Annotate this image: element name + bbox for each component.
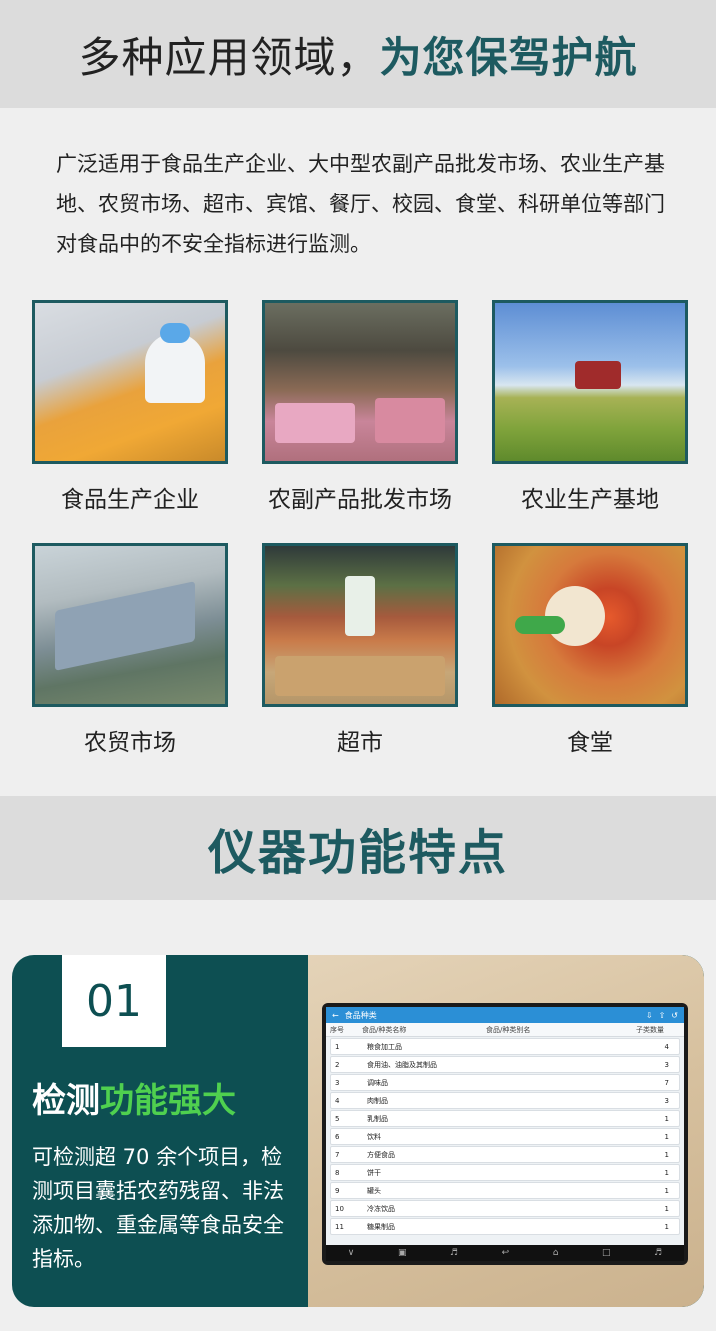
home-icon: ⌂: [552, 1248, 559, 1258]
app-card-canteen: 食堂: [492, 543, 688, 757]
wholesale-market-image: [262, 300, 458, 464]
back-nav-icon: ↩: [501, 1248, 510, 1258]
table-cell: 7: [664, 1078, 669, 1087]
volume-up-icon: ♬: [654, 1248, 663, 1258]
col-header: 序号: [330, 1025, 344, 1034]
download-icon: ⇩: [645, 1010, 653, 1020]
table-cell: 5: [335, 1114, 340, 1123]
table-row[interactable]: 1 粮食加工品 4: [330, 1038, 680, 1055]
table-cell: 食用油、油脂及其制品: [367, 1060, 437, 1069]
table-row[interactable]: 9 罐头 1: [330, 1182, 680, 1199]
table-cell: 方便食品: [367, 1150, 395, 1159]
intro-text: 广泛适用于食品生产企业、大中型农副产品批发市场、农业生产基地、农贸市场、超市、宾…: [56, 152, 665, 256]
table-cell: 7: [335, 1150, 340, 1159]
table-cell: 1: [664, 1186, 669, 1195]
device-image: ← 食品种类 ⇩ ⇧ ↺ 序号 食品/种类名称 食品/种类别名 子类数量 1 粮食…: [308, 955, 704, 1307]
refresh-icon: ↺: [671, 1010, 678, 1020]
screen-title: 食品种类: [344, 1010, 377, 1020]
share-icon: ⇧: [658, 1010, 666, 1020]
screen-table-body: 1 粮食加工品 4 2 食用油、油脂及其制品 3 3 调味品 7 4 肉制品 3 5 乳制品 1 6 饮料 1 7 方…: [326, 1038, 684, 1235]
table-cell: 3: [664, 1060, 669, 1069]
camera-icon: ▣: [397, 1248, 407, 1258]
screen-nav-bar: ∨ ▣ ♬ ↩ ⌂ □ ♬: [326, 1245, 684, 1261]
table-cell: 1: [664, 1114, 669, 1123]
app-label: 食品生产企业: [61, 487, 199, 513]
table-cell: 肉制品: [367, 1096, 388, 1105]
table-cell: 罐头: [367, 1186, 381, 1195]
feature-number: 01: [62, 955, 166, 1047]
section-title: 仪器功能特点: [0, 796, 716, 900]
table-cell: 9: [335, 1186, 340, 1195]
table-row[interactable]: 11 糖果制品 1: [330, 1218, 680, 1235]
table-cell: 糖果制品: [367, 1222, 395, 1231]
feature-title-white: 检测: [32, 1081, 100, 1121]
screen-title-bar: ← 食品种类 ⇩ ⇧ ↺: [326, 1007, 684, 1023]
recent-apps-icon: □: [602, 1248, 611, 1258]
app-label: 食堂: [567, 730, 613, 756]
table-cell: 3: [664, 1096, 669, 1105]
app-label: 农业生产基地: [521, 487, 659, 513]
feature-description: 可检测超 70 余个项目，检测项目囊括农药残留、非法添加物、重金属等食品安全指标…: [32, 1145, 284, 1271]
screen-table-header: 序号 食品/种类名称 食品/种类别名 子类数量: [326, 1023, 684, 1037]
table-cell: 调味品: [367, 1078, 388, 1087]
table-row[interactable]: 7 方便食品 1: [330, 1146, 680, 1163]
device-screen: ← 食品种类 ⇩ ⇧ ↺ 序号 食品/种类名称 食品/种类别名 子类数量 1 粮食…: [322, 1003, 688, 1265]
table-cell: 饮料: [367, 1132, 381, 1141]
app-card-supermarket: 超市: [262, 543, 458, 757]
feature-title-green: 功能强大: [100, 1081, 236, 1121]
table-cell: 10: [335, 1204, 344, 1213]
table-row[interactable]: 10 冷冻饮品 1: [330, 1200, 680, 1217]
header-title-part1: 多种应用领域，: [78, 32, 380, 82]
table-cell: 3: [335, 1078, 340, 1087]
canteen-image: [492, 543, 688, 707]
table-row[interactable]: 3 调味品 7: [330, 1074, 680, 1091]
table-cell: 2: [335, 1060, 340, 1069]
table-row[interactable]: 2 食用油、油脂及其制品 3: [330, 1056, 680, 1073]
table-cell: 11: [335, 1222, 344, 1231]
table-cell: 乳制品: [367, 1114, 388, 1123]
table-cell: 饼干: [367, 1168, 381, 1177]
table-cell: 6: [335, 1132, 340, 1141]
header-title-part2: 为您保驾护航: [379, 32, 638, 82]
app-card-farmers-market: 农贸市场: [32, 543, 228, 757]
table-cell: 1: [664, 1222, 669, 1231]
chevron-down-icon: ∨: [347, 1248, 355, 1258]
app-label: 超市: [337, 730, 383, 756]
app-label: 农副产品批发市场: [268, 487, 452, 513]
app-label: 农贸市场: [84, 730, 176, 756]
table-row[interactable]: 4 肉制品 3: [330, 1092, 680, 1109]
col-header: 食品/种类别名: [486, 1025, 531, 1034]
table-cell: 1: [664, 1150, 669, 1159]
back-icon: ←: [332, 1010, 339, 1020]
table-row[interactable]: 6 饮料 1: [330, 1128, 680, 1145]
col-header: 食品/种类名称: [362, 1025, 407, 1034]
table-cell: 冷冻饮品: [367, 1204, 395, 1213]
table-cell: 粮食加工品: [367, 1042, 402, 1051]
app-card-farm-base: 农业生产基地: [492, 300, 688, 514]
food-factory-image: [32, 300, 228, 464]
table-cell: 1: [335, 1042, 340, 1051]
table-cell: 1: [664, 1168, 669, 1177]
page-header: 多种应用领域， 为您保驾护航: [0, 0, 716, 108]
table-row[interactable]: 5 乳制品 1: [330, 1110, 680, 1127]
farmers-market-image: [32, 543, 228, 707]
col-header: 子类数量: [636, 1025, 664, 1034]
feature-panel: 01 检测功能强大 可检测超 70 余个项目，检测项目囊括农药残留、非法添加物、…: [12, 955, 704, 1307]
volume-icon: ♬: [450, 1248, 459, 1258]
table-row[interactable]: 8 饼干 1: [330, 1164, 680, 1181]
table-cell: 8: [335, 1168, 340, 1177]
supermarket-image: [262, 543, 458, 707]
table-cell: 1: [664, 1204, 669, 1213]
table-cell: 1: [664, 1132, 669, 1141]
app-card-food-factory: 食品生产企业: [32, 300, 228, 514]
farm-base-image: [492, 300, 688, 464]
app-card-wholesale-market: 农副产品批发市场: [262, 300, 458, 514]
table-cell: 4: [664, 1042, 669, 1051]
table-cell: 4: [335, 1096, 340, 1105]
feature-title: 检测功能强大: [32, 1073, 236, 1122]
